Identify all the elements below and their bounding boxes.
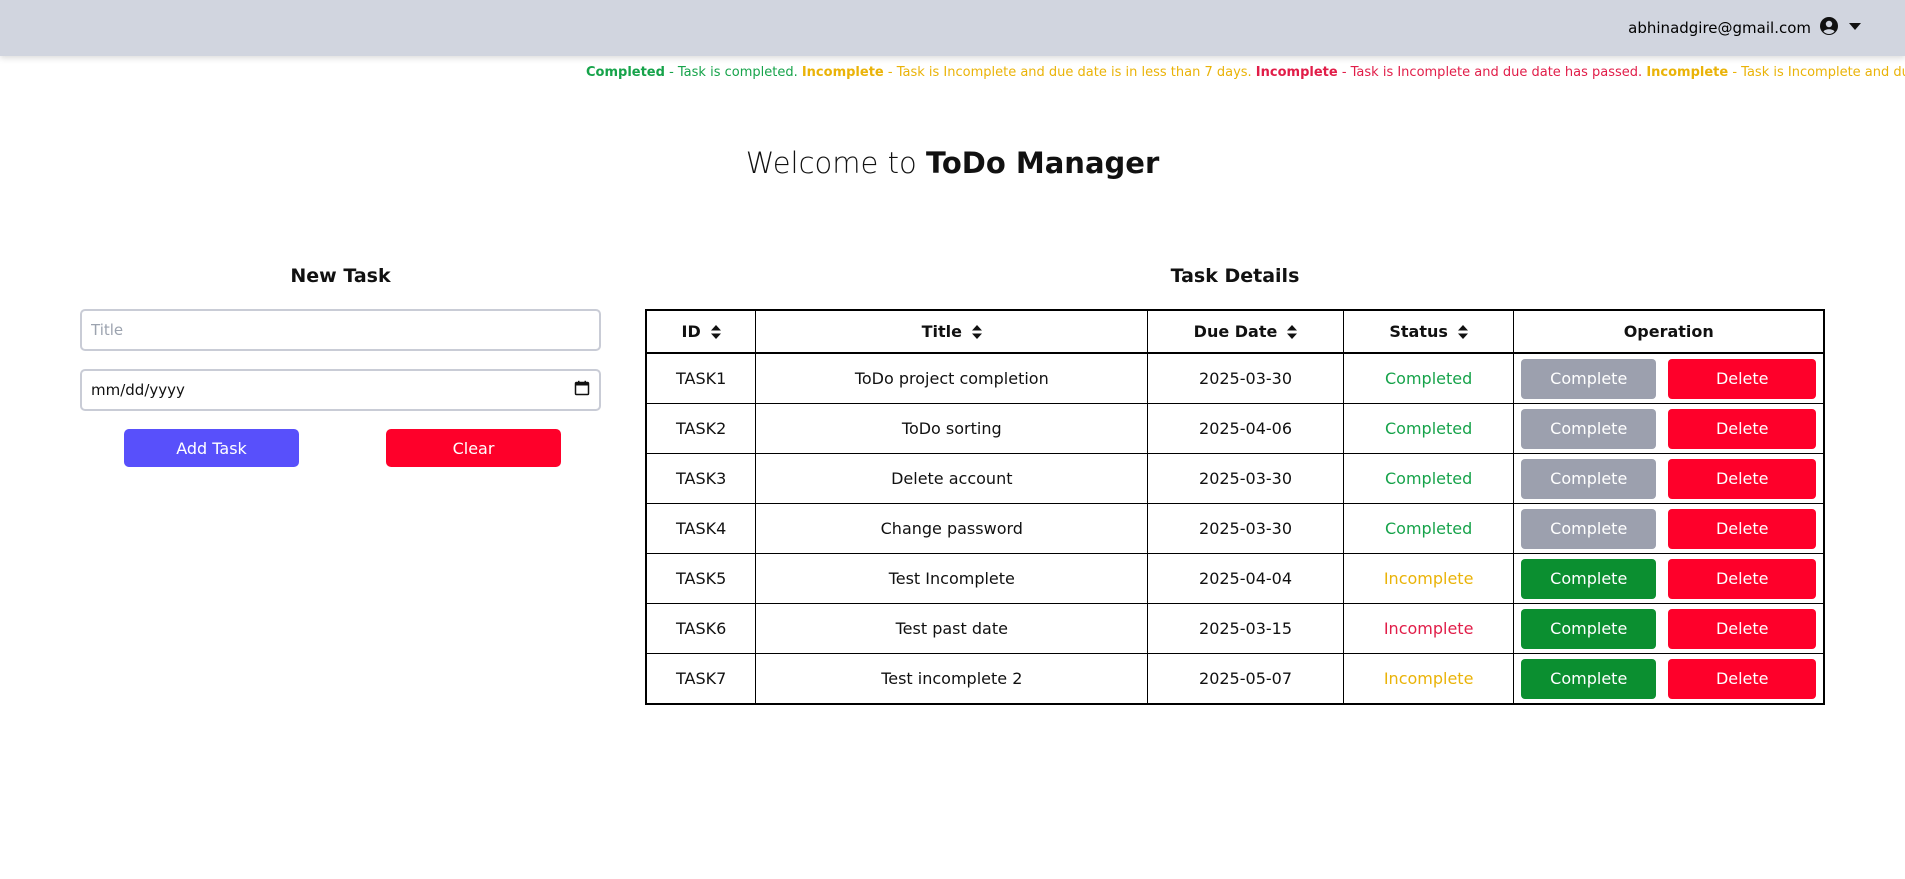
task-id-cell: TASK7 [645, 653, 757, 705]
task-status-cell: Completed [1342, 403, 1515, 454]
task-table-body: TASK1 ToDo project completion 2025-03-30 Co… [645, 352, 1825, 705]
table-row: TASK3 Delete account 2025-03-30 Completed Co… [645, 453, 1825, 504]
task-id-cell: TASK5 [645, 553, 757, 604]
title-input[interactable] [91, 321, 590, 339]
complete-button[interactable]: Complete [1521, 608, 1657, 649]
task-id-cell: TASK2 [645, 403, 757, 454]
table-row: TASK4 Change password 2025-03-30 Completed C… [645, 503, 1825, 554]
legend-label: Incomplete [801, 65, 884, 80]
column-header-id[interactable]: ID [645, 309, 757, 354]
column-header-due-date[interactable]: Due Date [1147, 309, 1344, 354]
task-title-cell: Test past date [755, 603, 1149, 654]
sort-icon[interactable] [1457, 325, 1468, 339]
task-title-cell: Delete account [755, 453, 1149, 504]
caret-down-icon[interactable] [1847, 18, 1863, 38]
column-label: Title [921, 322, 962, 341]
due-date-field[interactable]: mm/dd/yyyy [80, 369, 601, 411]
task-due-date-cell: 2025-05-07 [1147, 653, 1344, 705]
title-field[interactable] [80, 309, 601, 351]
page-title: Welcome to ToDo Manager [0, 146, 1905, 180]
delete-button[interactable]: Delete [1668, 608, 1817, 649]
new-task-heading: New Task [290, 265, 391, 287]
table-row: TASK7 Test incomplete 2 2025-05-07 Incomple… [645, 653, 1825, 705]
sort-icon[interactable] [710, 325, 721, 339]
complete-button[interactable]: Complete [1521, 558, 1657, 599]
delete-button[interactable]: Delete [1668, 558, 1817, 599]
task-operation-cell: Complete Delete [1513, 503, 1825, 554]
column-label: Status [1389, 322, 1448, 341]
legend-label: Incomplete [1255, 65, 1338, 80]
task-title-cell: ToDo project completion [755, 352, 1149, 404]
delete-button[interactable]: Delete [1668, 508, 1817, 549]
complete-button[interactable]: Complete [1521, 408, 1657, 449]
legend-description: - Task is completed. [664, 65, 802, 80]
task-operation-cell: Complete Delete [1513, 653, 1825, 705]
task-due-date-cell: 2025-03-30 [1147, 453, 1344, 504]
task-table: ID Title Due Date Status Operation TASK1… [645, 309, 1825, 705]
welcome-prefix: Welcome to [745, 146, 926, 180]
column-header-operation: Operation [1513, 309, 1825, 354]
sort-icon[interactable] [971, 325, 982, 339]
delete-button[interactable]: Delete [1668, 408, 1817, 449]
app-name: ToDo Manager [925, 146, 1160, 180]
complete-button[interactable]: Complete [1521, 458, 1657, 499]
clear-button[interactable]: Clear [386, 429, 561, 467]
sort-icon[interactable] [1287, 325, 1298, 339]
task-status-cell: Incomplete [1342, 553, 1515, 604]
add-task-button[interactable]: Add Task [124, 429, 299, 467]
top-navbar: abhinadgire@gmail.com [0, 0, 1905, 56]
table-row: TASK6 Test past date 2025-03-15 Incomplete C… [645, 603, 1825, 654]
task-operation-cell: Complete Delete [1513, 352, 1825, 404]
task-due-date-cell: 2025-04-06 [1147, 403, 1344, 454]
task-operation-cell: Complete Delete [1513, 603, 1825, 654]
table-header-row: ID Title Due Date Status Operation [645, 309, 1825, 354]
task-operation-cell: Complete Delete [1513, 553, 1825, 604]
task-status-cell: Incomplete [1342, 653, 1515, 705]
delete-button[interactable]: Delete [1668, 658, 1817, 699]
delete-button[interactable]: Delete [1668, 458, 1817, 499]
task-title-cell: Change password [755, 503, 1149, 554]
task-title-cell: ToDo sorting [755, 403, 1149, 454]
table-row: TASK5 Test Incomplete 2025-04-04 Incomplete… [645, 553, 1825, 604]
user-email: abhinadgire@gmail.com [1628, 19, 1811, 37]
delete-button[interactable]: Delete [1668, 358, 1817, 399]
task-operation-cell: Complete Delete [1513, 453, 1825, 504]
task-status-cell: Completed [1342, 453, 1515, 504]
task-due-date-cell: 2025-03-15 [1147, 603, 1344, 654]
column-label: ID [681, 322, 701, 341]
task-id-cell: TASK6 [645, 603, 757, 654]
task-operation-cell: Complete Delete [1513, 403, 1825, 454]
task-status-cell: Completed [1342, 352, 1515, 404]
table-row: TASK1 ToDo project completion 2025-03-30 Co… [645, 352, 1825, 404]
user-circle-icon[interactable] [1819, 16, 1839, 40]
column-label: Operation [1623, 322, 1714, 341]
task-id-cell: TASK4 [645, 503, 757, 554]
user-menu[interactable]: abhinadgire@gmail.com [1628, 0, 1863, 56]
table-row: TASK2 ToDo sorting 2025-04-06 Completed Comp… [645, 403, 1825, 454]
task-id-cell: TASK3 [645, 453, 757, 504]
task-id-cell: TASK1 [645, 352, 757, 404]
legend-label: Incomplete [1646, 65, 1729, 80]
column-header-title[interactable]: Title [755, 309, 1149, 354]
legend-description: - Task is Incomplete and due date is mor… [1732, 65, 1905, 80]
complete-button[interactable]: Complete [1521, 658, 1657, 699]
task-status-cell: Incomplete [1342, 603, 1515, 654]
calendar-icon[interactable] [574, 380, 590, 400]
task-due-date-cell: 2025-04-04 [1147, 553, 1344, 604]
task-due-date-cell: 2025-03-30 [1147, 503, 1344, 554]
task-status-cell: Completed [1342, 503, 1515, 554]
complete-button[interactable]: Complete [1521, 358, 1657, 399]
task-title-cell: Test Incomplete [755, 553, 1149, 604]
task-details-heading: Task Details [1170, 265, 1300, 287]
task-title-cell: Test incomplete 2 [755, 653, 1149, 705]
status-legend: Completed - Task is completed. Incomplet… [586, 64, 1905, 82]
legend-description: - Task is Incomplete and due date has pa… [1337, 65, 1647, 80]
task-due-date-cell: 2025-03-30 [1147, 352, 1344, 404]
legend-label: Completed [586, 65, 665, 80]
column-header-status[interactable]: Status [1342, 309, 1515, 354]
complete-button[interactable]: Complete [1521, 508, 1657, 549]
column-label: Due Date [1193, 322, 1278, 341]
due-date-value: mm/dd/yyyy [91, 381, 185, 399]
legend-description: - Task is Incomplete and due date is in … [883, 65, 1256, 80]
